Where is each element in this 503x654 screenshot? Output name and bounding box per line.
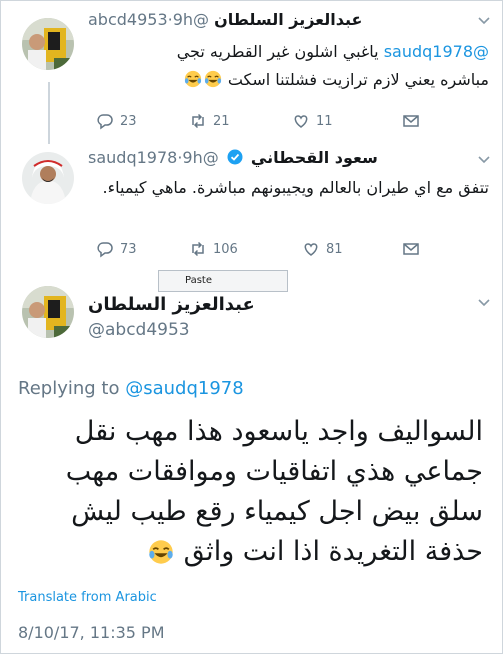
reply-tweet-1[interactable]: عبدالعزيز السلطان @abcd4953·9h @saudq197…	[0, 0, 503, 140]
tweet-time[interactable]: ·9h	[168, 10, 193, 29]
reply-button[interactable]: 73	[96, 240, 137, 258]
envelope-icon	[403, 115, 419, 127]
user-handle[interactable]: @abcd4953	[88, 320, 190, 340]
reply-icon	[97, 114, 113, 130]
retweet-count: 106	[213, 241, 238, 257]
tweet-text: @saudq1978 ياغبي اشلون غير القطريه تجي م…	[88, 38, 489, 94]
mention-link[interactable]: @saudq1978	[125, 378, 243, 399]
heart-icon	[294, 115, 308, 128]
heart-icon	[304, 243, 318, 256]
tweet-text-line: ياغبي اشلون غير القطريه تجي	[176, 42, 384, 61]
mention-link[interactable]: @saudq1978	[384, 42, 489, 61]
reply-count: 23	[120, 113, 137, 129]
translate-link[interactable]: Translate from Arabic	[18, 590, 157, 605]
avatar[interactable]	[22, 152, 74, 204]
retweet-count: 21	[213, 113, 230, 129]
display-name[interactable]: سعود القحطاني	[251, 148, 378, 167]
main-tweet-text: السواليف واجد ياسعود هذا مهب نقل جماعي ه…	[18, 412, 483, 572]
avatar[interactable]	[22, 18, 74, 70]
retweet-icon	[192, 113, 204, 129]
retweet-icon	[192, 241, 204, 257]
like-count: 81	[326, 241, 343, 257]
tweet-time[interactable]: ·9h	[177, 148, 202, 167]
tears-of-joy-emoji-icon	[204, 70, 221, 88]
tears-of-joy-emoji-icon	[149, 540, 173, 564]
like-button[interactable]: 81	[302, 240, 343, 258]
retweet-button[interactable]: 21	[189, 112, 230, 130]
replying-to-line: Replying to @saudq1978	[18, 378, 244, 399]
reply-icon	[97, 242, 113, 258]
tears-of-joy-emoji-icon	[184, 70, 201, 88]
verified-badge-icon	[227, 149, 243, 165]
like-count: 11	[316, 113, 333, 129]
direct-message-button[interactable]	[402, 112, 420, 130]
display-name[interactable]: عبدالعزيز السلطان	[214, 10, 362, 29]
tweet-text-line: مباشره يعني لازم ترازيت فشلتنا اسكت	[227, 70, 489, 89]
chevron-down-icon[interactable]	[477, 153, 491, 167]
replying-to-label: Replying to	[18, 378, 126, 399]
tweet-header: سعود القحطاني @saudq1978·9h	[88, 148, 489, 170]
tweet-header: عبدالعزيز السلطان @abcd4953·9h	[88, 10, 489, 32]
chevron-down-icon[interactable]	[477, 296, 491, 310]
direct-message-button[interactable]	[402, 240, 420, 258]
chevron-down-icon[interactable]	[477, 14, 491, 28]
envelope-icon	[403, 243, 419, 255]
reply-count: 73	[120, 241, 137, 257]
like-button[interactable]: 11	[292, 112, 333, 130]
avatar[interactable]	[22, 286, 74, 338]
tweet-text: تتفق مع اي طيران بالعالم ويجيبونهم مباشر…	[102, 178, 489, 197]
reply-tweet-2[interactable]: سعود القحطاني @saudq1978·9h تتفق مع اي ط…	[0, 140, 503, 270]
display-name[interactable]: عبدالعزيز السلطان	[88, 294, 489, 315]
reply-button[interactable]: 23	[96, 112, 137, 130]
retweet-button[interactable]: 106	[189, 240, 238, 258]
tweet-timestamp[interactable]: 8/10/17, 11:35 PM	[18, 623, 165, 642]
main-tweet-text-content: السواليف واجد ياسعود هذا مهب نقل جماعي ه…	[65, 416, 483, 567]
